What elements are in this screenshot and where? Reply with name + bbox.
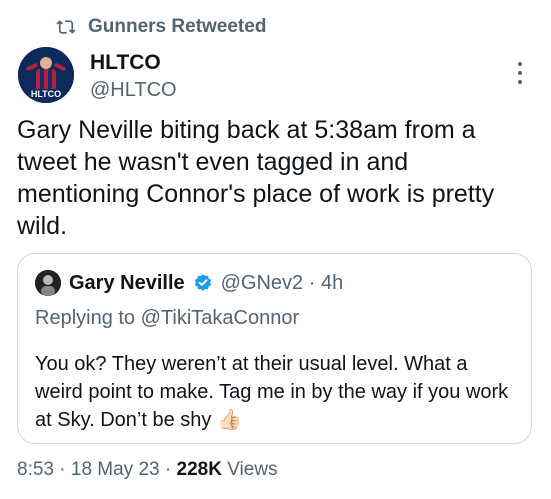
replying-to-handle[interactable]: @TikiTakaConnor (141, 307, 300, 329)
quoted-time[interactable]: 4h (321, 272, 343, 294)
tweet-date[interactable]: 18 May 23 (71, 459, 160, 480)
replying-prefix: Replying to (35, 307, 141, 329)
avatar-logo-text: HLTCO (31, 89, 61, 99)
quoted-tweet[interactable]: Gary Neville @GNev2 · 4h Replying to @Ti… (17, 253, 532, 444)
tweet-time[interactable]: 8:53 (17, 459, 54, 480)
verified-badge-icon (194, 274, 211, 291)
quoted-author-avatar[interactable] (35, 270, 61, 296)
footer-separator: · (164, 459, 172, 480)
retweet-context[interactable]: Gunners Retweeted (56, 16, 266, 38)
quoted-separator: · (308, 271, 316, 294)
quoted-text-body: You ok? They weren’t at their usual leve… (35, 353, 509, 431)
quoted-tweet-text: You ok? They weren’t at their usual leve… (35, 350, 515, 434)
views-label: Views (227, 459, 278, 480)
footer-separator: · (59, 459, 66, 480)
quoted-author-name[interactable]: Gary Neville (69, 272, 185, 295)
views-count[interactable]: 228K (177, 459, 222, 480)
thumbs-up-emoji: 👍🏻 (216, 409, 242, 431)
quoted-tweet-header: Gary Neville @GNev2 · 4h (35, 270, 343, 296)
replying-to: Replying to @TikiTakaConnor (35, 307, 299, 330)
tweet-footer: 8:53 · 18 May 23 · 228K Views (17, 459, 278, 481)
tweet-text: Gary Neville biting back at 5:38am from … (17, 116, 495, 240)
retweet-label: Gunners Retweeted (88, 16, 267, 37)
quoted-author-handle[interactable]: @GNev2 (221, 272, 304, 294)
retweet-icon (56, 20, 76, 34)
author-block: HLTCO @HLTCO (90, 50, 177, 103)
more-options-icon[interactable] (516, 62, 524, 84)
author-name[interactable]: HLTCO (90, 50, 177, 76)
author-avatar[interactable]: HLTCO (18, 47, 74, 103)
author-handle[interactable]: @HLTCO (90, 78, 177, 103)
avatar-image: HLTCO (18, 47, 74, 103)
